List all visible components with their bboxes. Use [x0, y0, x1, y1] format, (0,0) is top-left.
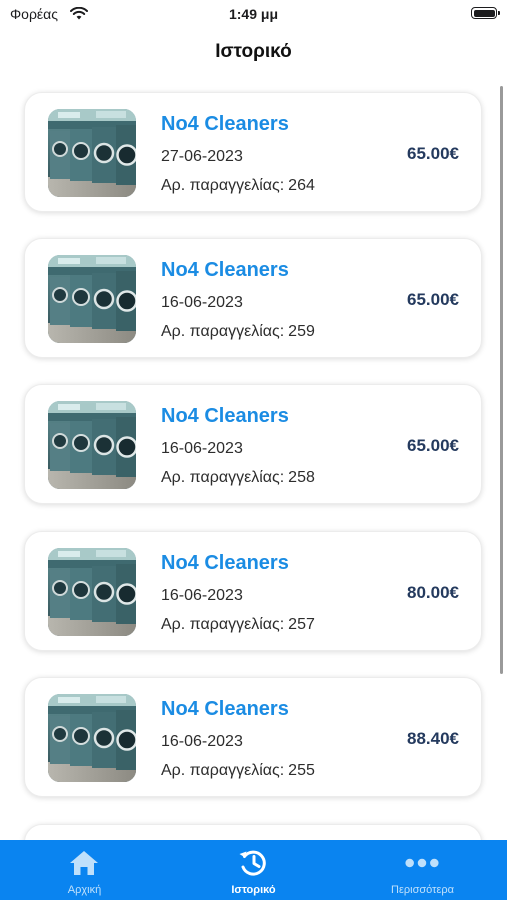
- laundromat-thumbnail: [48, 694, 136, 782]
- store-name: No4 Cleaners: [161, 405, 289, 427]
- order-card[interactable]: No4 Cleaners 16-06-2023 Αρ. παραγγελίας:…: [24, 384, 482, 504]
- laundromat-thumbnail: [48, 548, 136, 636]
- order-number-label: Αρ. παραγγελίας:: [161, 177, 285, 194]
- order-number: Αρ. παραγγελίας: 259: [161, 323, 315, 341]
- order-number-value: 257: [288, 616, 315, 633]
- order-date: 16-06-2023: [161, 733, 243, 750]
- order-card[interactable]: No4 Cleaners 16-06-2023 Αρ. παραγγελίας:…: [24, 238, 482, 358]
- order-number-value: 255: [288, 762, 315, 779]
- tab-more-label: Περισσότερα: [391, 884, 454, 896]
- order-number-label: Αρ. παραγγελίας:: [161, 616, 285, 633]
- store-name: No4 Cleaners: [161, 552, 289, 574]
- order-date: 16-06-2023: [161, 294, 243, 311]
- page-title: Ιστορικό: [215, 41, 292, 62]
- tab-more[interactable]: Περισσότερα: [338, 840, 507, 900]
- tab-bar: Αρχική Ιστορικό Περισσότερα: [0, 840, 507, 900]
- laundromat-thumbnail: [48, 255, 136, 343]
- order-date: 16-06-2023: [161, 587, 243, 604]
- tab-history[interactable]: Ιστορικό: [169, 840, 338, 900]
- order-card-partial[interactable]: [24, 824, 482, 840]
- laundromat-thumbnail: [48, 401, 136, 489]
- order-price: 80.00€: [407, 583, 459, 602]
- order-number-value: 264: [288, 177, 315, 194]
- order-number-label: Αρ. παραγγελίας:: [161, 323, 285, 340]
- order-number: Αρ. παραγγελίας: 258: [161, 469, 315, 487]
- order-number-value: 259: [288, 323, 315, 340]
- order-number-label: Αρ. παραγγελίας:: [161, 762, 285, 779]
- history-icon: [235, 848, 271, 878]
- order-number-label: Αρ. παραγγελίας:: [161, 469, 285, 486]
- status-time: 1:49 μμ: [228, 6, 279, 22]
- order-card[interactable]: No4 Cleaners 27-06-2023 Αρ. παραγγελίας:…: [24, 92, 482, 212]
- tab-home[interactable]: Αρχική: [0, 840, 169, 900]
- order-date: 27-06-2023: [161, 148, 243, 165]
- laundromat-thumbnail: [48, 109, 136, 197]
- order-number: Αρ. παραγγελίας: 255: [161, 762, 315, 780]
- order-number-value: 258: [288, 469, 315, 486]
- store-name: No4 Cleaners: [161, 259, 289, 281]
- order-card[interactable]: No4 Cleaners 16-06-2023 Αρ. παραγγελίας:…: [24, 531, 482, 651]
- store-name: No4 Cleaners: [161, 113, 289, 135]
- battery-icon: [471, 7, 500, 19]
- order-card[interactable]: No4 Cleaners 16-06-2023 Αρ. παραγγελίας:…: [24, 677, 482, 797]
- order-number: Αρ. παραγγελίας: 264: [161, 177, 315, 195]
- order-price: 65.00€: [407, 144, 459, 163]
- order-price: 65.00€: [407, 436, 459, 455]
- scrollbar[interactable]: [500, 86, 503, 674]
- tab-home-label: Αρχική: [67, 884, 102, 896]
- home-icon: [66, 848, 102, 878]
- order-price: 88.40€: [407, 729, 459, 748]
- more-icon: [404, 848, 440, 878]
- order-number: Αρ. παραγγελίας: 257: [161, 616, 315, 634]
- order-price: 65.00€: [407, 290, 459, 309]
- order-date: 16-06-2023: [161, 440, 243, 457]
- store-name: No4 Cleaners: [161, 698, 289, 720]
- status-bar: Φορέας 1:49 μμ: [0, 0, 507, 30]
- order-history-list[interactable]: No4 Cleaners 27-06-2023 Αρ. παραγγελίας:…: [0, 84, 507, 840]
- tab-history-label: Ιστορικό: [231, 884, 276, 896]
